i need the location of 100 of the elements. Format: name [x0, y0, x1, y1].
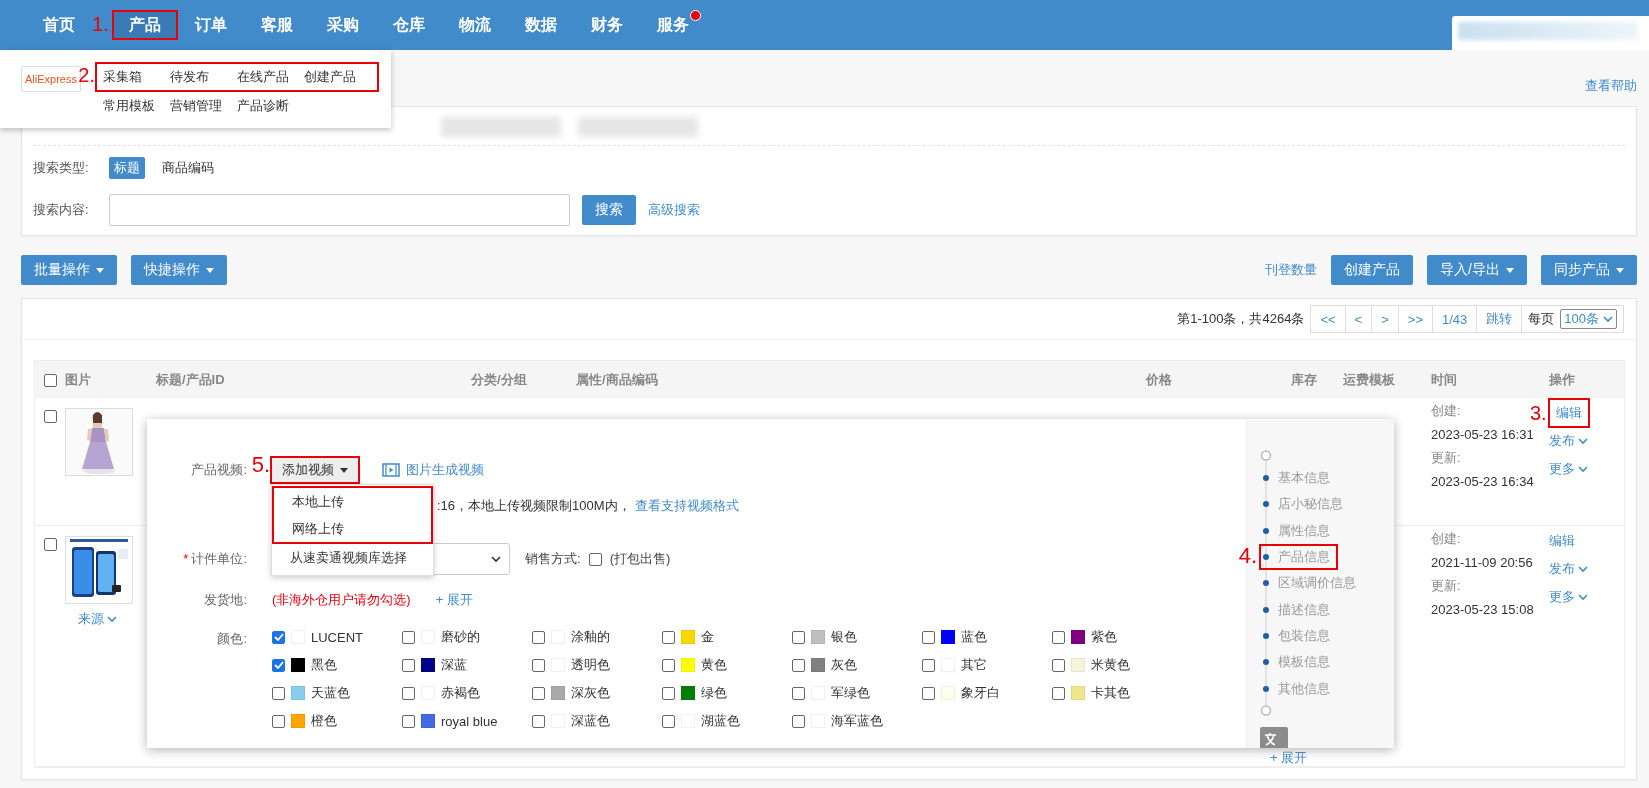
advanced-search-link[interactable]: 高级搜索 [648, 201, 700, 219]
action-link[interactable]: 更多 [1546, 458, 1591, 480]
dropdown-button[interactable]: 批量操作 [21, 255, 117, 285]
checkbox[interactable] [44, 538, 57, 552]
field-label: 搜索内容: [33, 201, 90, 219]
translate-icon[interactable] [1260, 727, 1288, 748]
caret-icon [96, 267, 104, 273]
checkbox[interactable] [272, 714, 285, 728]
checkbox[interactable] [532, 630, 545, 644]
per-page-select[interactable]: 100条 [1560, 309, 1617, 329]
action-link[interactable]: 编辑 [1547, 398, 1590, 428]
checkbox[interactable] [662, 714, 675, 728]
time-label: 创建: [1431, 402, 1461, 420]
section-link[interactable]: 属性信息 [1259, 519, 1334, 542]
nav-tab[interactable]: 服务 [640, 0, 706, 50]
help-link[interactable]: 查看帮助 [1585, 77, 1637, 95]
checkbox[interactable] [662, 686, 675, 700]
section-link[interactable]: 基本信息 [1259, 467, 1334, 490]
timestamp: 2021-11-09 20:56 [1431, 555, 1533, 570]
checkbox[interactable] [532, 658, 545, 672]
checkbox[interactable] [44, 410, 57, 424]
nav-tab[interactable]: 物流 [442, 0, 508, 50]
checkbox[interactable] [588, 552, 602, 566]
nav-tab[interactable]: 产品 [112, 10, 178, 40]
checkbox[interactable] [532, 686, 545, 700]
color-label: 黑色 [311, 656, 337, 674]
section-link[interactable]: 店小秘信息 [1259, 493, 1347, 516]
caret-icon [206, 267, 214, 273]
formats-link[interactable]: 查看支持视频格式 [634, 497, 739, 515]
checkbox[interactable] [922, 686, 935, 700]
create-button[interactable]: 创建产品 [1331, 255, 1414, 285]
menu-item[interactable]: 网络上传 [274, 515, 431, 542]
menu-item[interactable]: 营销管理 [170, 96, 237, 116]
action-link[interactable]: 编辑 [1546, 530, 1578, 552]
action-link[interactable]: 发布 [1546, 558, 1591, 580]
menu-item[interactable]: 创建产品 [304, 67, 371, 87]
checkbox[interactable] [792, 630, 805, 644]
menu-item[interactable]: 产品诊断 [237, 96, 304, 116]
search-field[interactable] [109, 194, 570, 226]
checkbox[interactable] [272, 686, 285, 700]
checkbox[interactable] [1052, 630, 1065, 644]
dropdown-button[interactable]: 导入/导出 [1427, 255, 1527, 285]
checkbox[interactable] [792, 686, 805, 700]
checkbox[interactable] [44, 374, 57, 388]
section-link[interactable]: 其他信息 [1259, 677, 1334, 700]
filter-option[interactable]: 商品编码 [157, 157, 219, 179]
nav-tab[interactable]: 采购 [310, 0, 376, 50]
checkbox[interactable] [662, 658, 675, 672]
menu-item[interactable]: 待发布 [170, 67, 237, 87]
listing-count-link[interactable]: 刊登数量 [1265, 261, 1318, 279]
checkbox[interactable] [922, 630, 935, 644]
source-link[interactable]: 来源 [78, 610, 156, 628]
checkbox[interactable] [402, 686, 415, 700]
checkbox[interactable] [792, 658, 805, 672]
menu-item[interactable]: 在线产品 [237, 67, 304, 87]
action-link[interactable]: 发布 [1546, 430, 1591, 452]
checkbox[interactable] [1052, 658, 1065, 672]
checkbox[interactable] [662, 630, 675, 644]
checkbox[interactable] [532, 714, 545, 728]
checkbox[interactable] [402, 630, 415, 644]
nav-tab[interactable]: 订单 [178, 0, 244, 50]
menu-item[interactable]: 本地上传 [274, 488, 431, 515]
checkbox[interactable] [272, 658, 285, 672]
expand-link[interactable]: + 展开 [1270, 749, 1308, 767]
nav-tab[interactable]: 仓库 [376, 0, 442, 50]
section-link[interactable]: 模板信息 [1259, 651, 1334, 674]
section-link[interactable]: 包装信息 [1259, 624, 1334, 647]
nav-tab[interactable]: 数据 [508, 0, 574, 50]
color-label: 其它 [961, 656, 987, 674]
menu-item[interactable]: 从速卖通视频库选择 [272, 544, 433, 571]
warning-text: (非海外仓用户请勿勾选) [272, 591, 411, 609]
section-link[interactable]: 描述信息 [1259, 598, 1334, 621]
checkbox[interactable] [792, 714, 805, 728]
action-link[interactable]: 更多 [1546, 586, 1591, 608]
expand-link[interactable]: + 展开 [435, 591, 473, 609]
per-page-label: 每页 [1527, 310, 1556, 328]
checkbox[interactable] [402, 658, 415, 672]
checkbox[interactable] [1052, 686, 1065, 700]
chevron-icon [1578, 565, 1588, 573]
chevron-icon [107, 615, 117, 623]
dropdown-button[interactable]: 同步产品 [1541, 255, 1637, 285]
generate-video-link[interactable]: 图片生成视频 [382, 461, 484, 479]
column-header: 库存 [1291, 370, 1318, 389]
color-label: 灰色 [831, 656, 857, 674]
checkbox[interactable] [402, 714, 415, 728]
dropdown-button[interactable]: 快捷操作 [131, 255, 227, 285]
menu-item[interactable]: 常用模板 [103, 96, 170, 116]
field-label: 搜索类型: [33, 159, 90, 177]
nav-tab[interactable]: 首页 [26, 0, 92, 50]
search-button[interactable]: 搜索 [582, 195, 636, 225]
section-link[interactable]: 区域调价信息 [1259, 572, 1360, 595]
nav-tab[interactable]: 财务 [574, 0, 640, 50]
menu-item[interactable]: 采集箱 [103, 67, 170, 87]
checkbox[interactable] [272, 630, 285, 644]
section-link[interactable]: 产品信息 [1259, 544, 1338, 571]
add-video-button[interactable]: 添加视频 [270, 456, 360, 484]
checkbox[interactable] [922, 658, 935, 672]
color-label: 湖蓝色 [701, 712, 740, 730]
filter-option[interactable]: 标题 [109, 157, 145, 179]
nav-tab[interactable]: 客服 [244, 0, 310, 50]
